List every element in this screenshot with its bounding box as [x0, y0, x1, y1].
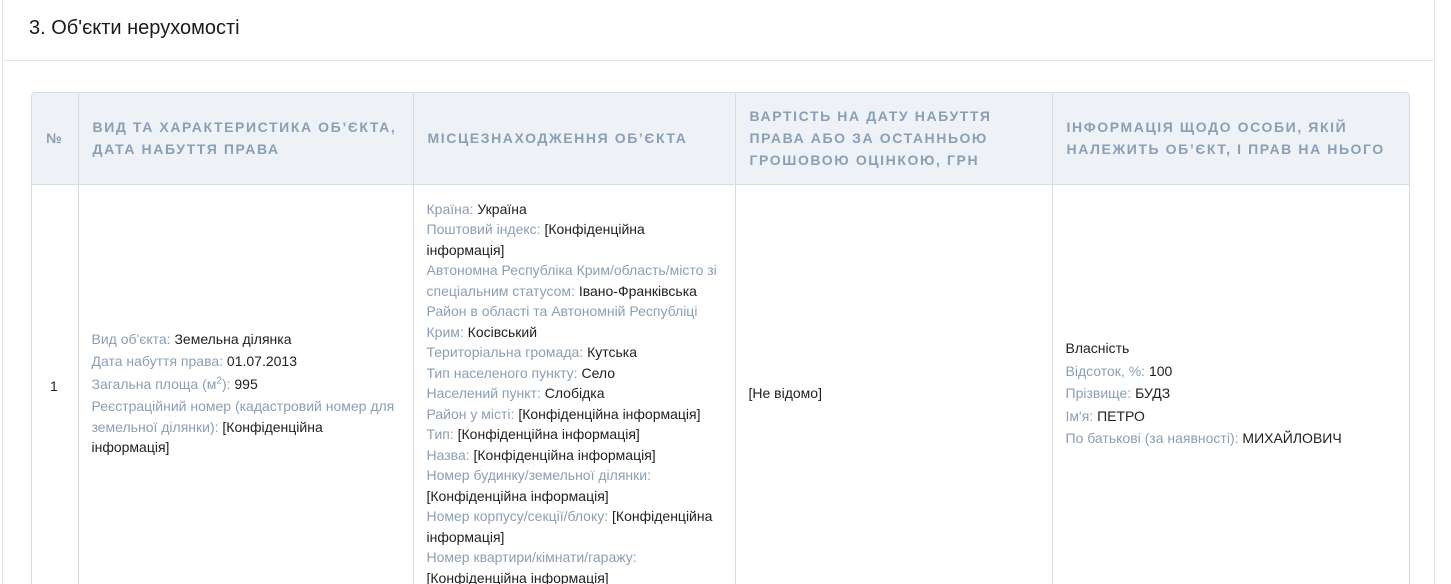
area-line: Загальна площа (м2): 995: [92, 374, 400, 395]
row-number: 1: [32, 184, 79, 584]
cadastre-line: Реєстраційний номер (кадастровий номер д…: [92, 396, 400, 458]
header-location: Місцезнаходження об’єкта: [413, 93, 736, 185]
owner-cell: Власність Відсоток, %: 100 Прізвище: БУД…: [1052, 184, 1409, 584]
real-estate-table-wrapper: № Вид та характеристика об’єкта, дата на…: [31, 92, 1410, 584]
area-value: 995: [234, 375, 258, 392]
country-line: Країна: Україна: [427, 199, 722, 220]
country-value: Україна: [477, 200, 527, 217]
table-header-row: № Вид та характеристика об’єкта, дата на…: [32, 93, 1409, 185]
name-label: Ім'я:: [1065, 407, 1094, 424]
area-label-text: Загальна площа (м: [91, 375, 217, 392]
building-label: Номер корпусу/секції/блоку:: [426, 508, 609, 524]
country-label: Країна:: [426, 200, 474, 217]
acquisition-date-line: Дата набуття права: 01.07.2013: [92, 351, 400, 372]
house-value: [Конфіденційна інформація]: [426, 487, 609, 504]
apartment-value: [Конфіденційна інформація]: [426, 569, 609, 584]
settlement-type-value: Село: [581, 364, 616, 381]
cost-value: [Не відомо]: [748, 385, 822, 401]
house-label: Номер будинку/земельної ділянки:: [426, 467, 651, 483]
object-type-value: Земельна ділянка: [174, 330, 292, 347]
patronymic-label: По батькові (за наявності):: [1065, 430, 1239, 446]
location-cell: Країна: Україна Поштовий індекс: [Конфід…: [413, 184, 736, 584]
region-line: Автономна Республіка Крим/область/місто …: [427, 260, 722, 301]
patronymic-value: МИХАЙЛОВИЧ: [1242, 430, 1342, 446]
district-value: Косівський: [467, 323, 538, 340]
share-line: Відсоток, %: 100: [1066, 361, 1399, 382]
region-value: Івано-Франківська: [578, 282, 697, 299]
city-district-line: Район у місті: [Конфіденційна інформація…: [427, 404, 722, 425]
community-value: Кутська: [587, 344, 638, 360]
section-title: 3. Об'єкти нерухомості: [29, 17, 240, 39]
table-row: 1 Вид об'єкта: Земельна ділянка Дата наб…: [32, 184, 1409, 584]
name-line: Ім'я: ПЕТРО: [1066, 406, 1399, 427]
name-value: ПЕТРО: [1097, 407, 1145, 424]
community-line: Територіальна громада: Кутська: [427, 342, 722, 363]
card-header: 3. Об'єкти нерухомості: [3, 0, 1434, 61]
apartment-line: Номер квартири/кімнати/гаражу: [Конфіден…: [427, 547, 722, 584]
street-name-value: [Конфіденційна інформація]: [473, 446, 656, 463]
header-object-type: Вид та характеристика об’єкта, дата набу…: [78, 93, 414, 185]
cost-cell: [Не відомо]: [735, 184, 1053, 584]
street-type-value: [Конфіденційна інформація]: [457, 426, 640, 442]
acquisition-date-value: 01.07.2013: [226, 353, 297, 370]
area-label: Загальна площа (м2):: [92, 376, 231, 392]
settlement-value: Слобідка: [544, 385, 605, 401]
header-cost: Вартість на дату набуття права або за ос…: [735, 93, 1053, 185]
real-estate-card: 3. Об'єкти нерухомості № Вид та характер…: [2, 0, 1435, 584]
patronymic-line: По батькові (за наявності): МИХАЙЛОВИЧ: [1066, 428, 1399, 449]
surname-line: Прізвище: БУДЗ: [1066, 383, 1399, 404]
page: 3. Об'єкти нерухомості № Вид та характер…: [0, 0, 1451, 584]
header-number: №: [32, 93, 79, 185]
city-district-value: [Конфіденційна інформація]: [518, 405, 701, 422]
settlement-type-label: Тип населеного пункту:: [426, 364, 578, 381]
object-cell: Вид об'єкта: Земельна ділянка Дата набут…: [78, 184, 414, 584]
city-district-label: Район у місті:: [426, 405, 515, 422]
share-value: 100: [1148, 362, 1173, 379]
area-label-end: ):: [221, 375, 231, 392]
acquisition-date-label: Дата набуття права:: [91, 353, 224, 370]
settlement-type-line: Тип населеного пункту: Село: [427, 363, 722, 384]
header-owner-info: Інформація щодо особи, якій належить об’…: [1052, 93, 1409, 185]
surname-value: БУДЗ: [1135, 385, 1171, 401]
street-type-line: Тип: [Конфіденційна інформація]: [427, 424, 722, 445]
house-line: Номер будинку/земельної ділянки: [Конфід…: [427, 465, 722, 506]
community-label: Територіальна громада:: [426, 344, 584, 360]
right-type: Власність: [1065, 340, 1130, 356]
surname-label: Прізвище:: [1065, 385, 1132, 401]
settlement-line: Населений пункт: Слобідка: [427, 383, 722, 404]
real-estate-table: № Вид та характеристика об’єкта, дата на…: [32, 93, 1409, 584]
district-line: Район в області та Автономній Республіці…: [427, 301, 722, 342]
object-type-line: Вид об'єкта: Земельна ділянка: [92, 329, 400, 350]
street-name-line: Назва: [Конфіденційна інформація]: [427, 445, 722, 466]
share-label: Відсоток, %:: [1065, 362, 1146, 379]
object-type-label: Вид об'єкта:: [91, 330, 171, 347]
postal-label: Поштовий індекс:: [426, 221, 541, 237]
building-line: Номер корпусу/секції/блоку: [Конфіденцій…: [427, 506, 722, 547]
street-name-label: Назва:: [426, 446, 470, 463]
street-type-label: Тип:: [426, 426, 454, 442]
settlement-label: Населений пункт:: [426, 385, 541, 401]
postal-line: Поштовий індекс: [Конфіденційна інформац…: [427, 219, 722, 260]
apartment-label: Номер квартири/кімнати/гаражу:: [426, 549, 637, 565]
